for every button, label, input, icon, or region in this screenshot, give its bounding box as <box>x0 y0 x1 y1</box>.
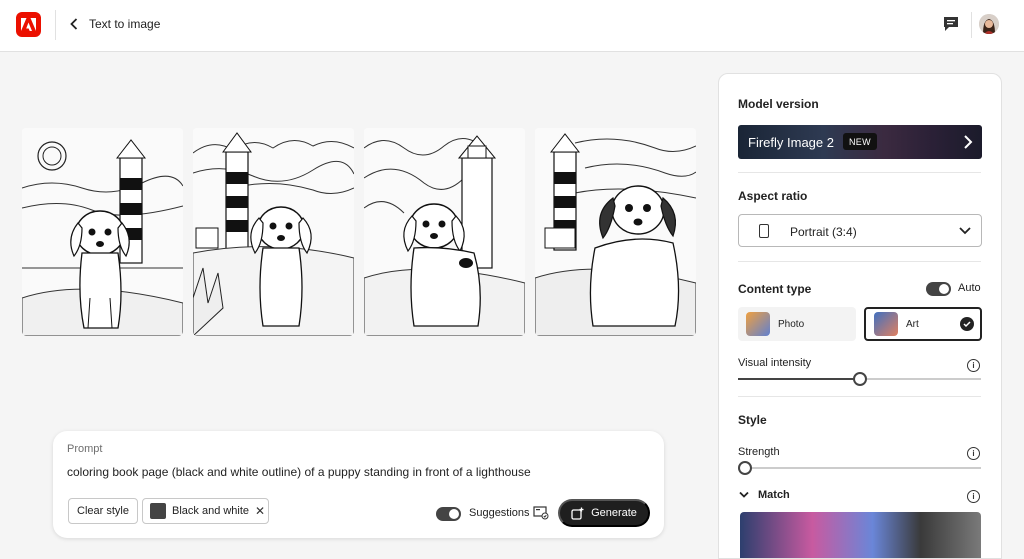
photo-label: Photo <box>778 318 805 330</box>
visual-intensity-slider[interactable] <box>738 372 981 386</box>
app-header: Text to image <box>0 0 1024 52</box>
generated-image-4[interactable] <box>535 128 696 336</box>
generate-label: Generate <box>591 507 637 519</box>
slider-fill <box>738 378 860 380</box>
content-type-photo[interactable]: Photo <box>738 307 856 341</box>
slider-handle[interactable] <box>852 372 867 386</box>
info-icon[interactable]: i <box>967 359 980 372</box>
prompt-box: Prompt coloring book page (black and whi… <box>53 431 664 538</box>
auto-label: Auto <box>958 282 981 294</box>
divider <box>738 261 981 262</box>
content-type-auto-toggle[interactable] <box>926 282 951 296</box>
prompt-input[interactable]: coloring book page (black and white outl… <box>67 465 531 479</box>
generated-image-2[interactable] <box>193 128 354 336</box>
aspect-ratio-value: Portrait (3:4) <box>790 225 857 239</box>
info-icon[interactable]: i <box>967 447 980 460</box>
feedback-icon[interactable] <box>942 15 960 33</box>
header-divider-2 <box>971 12 972 38</box>
user-avatar[interactable] <box>979 14 999 34</box>
model-version-title: Model version <box>738 97 819 111</box>
match-reference-images[interactable] <box>740 512 981 558</box>
suggestions-label: Suggestions <box>469 507 530 519</box>
model-name: Firefly Image 2 <box>748 135 834 150</box>
new-badge: NEW <box>843 133 877 150</box>
divider <box>738 396 981 397</box>
generate-button[interactable]: Generate <box>558 499 650 527</box>
slider-handle[interactable] <box>738 461 752 475</box>
art-thumbnail <box>874 312 898 336</box>
chevron-down-icon <box>959 227 971 235</box>
header-divider <box>55 10 56 40</box>
chevron-right-icon <box>964 135 973 149</box>
strength-slider[interactable] <box>738 461 981 475</box>
visual-intensity-label: Visual intensity <box>738 357 812 369</box>
divider <box>738 172 981 173</box>
back-chevron-icon[interactable] <box>66 16 82 32</box>
settings-panel: Model version Firefly Image 2 NEW Aspect… <box>718 73 1002 559</box>
match-label: Match <box>758 489 790 501</box>
portrait-icon <box>759 224 769 238</box>
remove-style-icon[interactable]: ✕ <box>255 504 265 518</box>
info-icon[interactable]: i <box>967 490 980 503</box>
content-type-title: Content type <box>738 282 812 296</box>
style-title: Style <box>738 413 767 427</box>
suggestions-toggle[interactable] <box>436 507 461 521</box>
style-chip-black-and-white[interactable]: Black and white ✕ <box>142 498 269 524</box>
match-section-toggle[interactable]: Match <box>739 489 790 501</box>
generated-image-3[interactable] <box>364 128 525 336</box>
style-chip-label: Black and white <box>172 505 250 517</box>
photo-thumbnail <box>746 312 770 336</box>
chevron-down-icon <box>739 491 749 498</box>
prompt-label: Prompt <box>67 443 103 455</box>
checkmark-icon <box>960 317 974 331</box>
adobe-logo-icon[interactable] <box>16 12 41 37</box>
generated-image-1[interactable] <box>22 128 183 336</box>
art-label: Art <box>906 318 919 330</box>
model-version-selector[interactable]: Firefly Image 2 NEW <box>738 125 982 159</box>
generate-icon <box>571 507 584 520</box>
page-title: Text to image <box>89 17 161 31</box>
clear-style-button[interactable]: Clear style <box>68 498 138 524</box>
content-type-art[interactable]: Art <box>864 307 982 341</box>
suggestions-settings-icon[interactable] <box>533 506 549 520</box>
strength-label: Strength <box>738 446 780 458</box>
aspect-ratio-dropdown[interactable]: Portrait (3:4) <box>738 214 982 247</box>
style-thumbnail <box>150 503 166 519</box>
aspect-ratio-title: Aspect ratio <box>738 189 808 203</box>
